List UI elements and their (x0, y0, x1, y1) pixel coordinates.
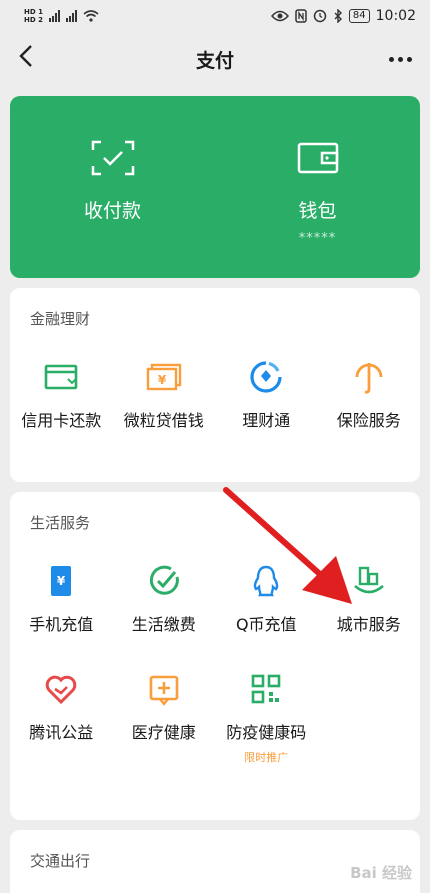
alarm-icon (313, 9, 327, 23)
status-right: 84 10:02 (270, 8, 416, 24)
life-grid: ¥ 手机充值 生活缴费 Q币充值 城市服务 腾讯公益 医疗健康 防疫健康码 限时… (10, 563, 420, 765)
wallet-icon (297, 142, 338, 174)
utility-bill-icon (146, 563, 182, 599)
clock: 10:02 (375, 8, 416, 24)
status-left: HD 1 HD 2 (24, 8, 99, 24)
wallet-label: 钱包 (298, 200, 337, 222)
life-services-card: 生活服务 ¥ 手机充值 生活缴费 Q币充值 城市服务 腾讯公益 医疗健康 防疫健… (10, 492, 420, 820)
charity-heart-icon (43, 671, 79, 707)
qq-penguin-icon (248, 563, 284, 599)
life-title: 生活服务 (30, 514, 91, 532)
wallet-button[interactable]: 钱包 ***** (215, 96, 420, 278)
eye-icon (270, 10, 289, 22)
receive-pay-label: 收付款 (83, 200, 141, 222)
city-service-item[interactable]: 城市服务 (318, 563, 421, 635)
insurance-item[interactable]: 保险服务 (318, 359, 421, 431)
promo-tag: 限时推广 (244, 751, 289, 764)
svg-text:¥: ¥ (158, 373, 167, 387)
signal-icon (48, 10, 60, 22)
credit-card-repay-item[interactable]: 信用卡还款 (10, 359, 113, 431)
health-code-item[interactable]: 防疫健康码 限时推广 (215, 671, 318, 765)
umbrella-icon (351, 359, 387, 395)
utility-bill-item[interactable]: 生活缴费 (113, 563, 216, 635)
chevron-left-icon (19, 45, 32, 67)
phone-topup-item[interactable]: ¥ 手机充值 (10, 563, 113, 635)
qr-code-icon (248, 671, 284, 707)
network-badge: HD 1 HD 2 (24, 8, 43, 24)
svg-text:¥: ¥ (57, 574, 66, 588)
scan-pay-icon (91, 140, 134, 176)
city-service-icon (351, 563, 387, 599)
finance-grid: 信用卡还款 ¥ 微粒贷借钱 理财通 保险服务 (10, 359, 420, 431)
battery-icon: 84 (348, 9, 370, 23)
finance-card: 金融理财 信用卡还款 ¥ 微粒贷借钱 理财通 保险服务 (10, 288, 420, 482)
nav-bar: 支付 (0, 32, 430, 86)
payment-hero-card: 收付款 钱包 ***** (10, 96, 420, 278)
tencent-charity-item[interactable]: 腾讯公益 (10, 671, 113, 765)
medical-health-item[interactable]: 医疗健康 (113, 671, 216, 765)
more-button[interactable] (389, 56, 412, 62)
wifi-icon (83, 10, 99, 22)
status-bar: HD 1 HD 2 84 10:02 (0, 0, 430, 32)
signal-icon-2 (65, 10, 77, 22)
wealth-icon (248, 359, 284, 395)
bluetooth-icon (334, 9, 342, 23)
page-title: 支付 (195, 49, 234, 72)
wallet-balance-masked: ***** (298, 231, 337, 246)
phone-topup-icon: ¥ (43, 563, 79, 599)
licaitong-item[interactable]: 理财通 (215, 359, 318, 431)
credit-card-icon (43, 359, 79, 395)
receive-pay-button[interactable]: 收付款 (10, 96, 215, 278)
back-button[interactable] (18, 44, 34, 74)
medical-icon (146, 671, 182, 707)
nfc-icon (295, 9, 307, 23)
loan-icon: ¥ (146, 359, 182, 395)
qcoin-topup-item[interactable]: Q币充值 (215, 563, 318, 635)
weilidai-loan-item[interactable]: ¥ 微粒贷借钱 (113, 359, 216, 431)
watermark: Bai 经验 (350, 864, 412, 882)
finance-title: 金融理财 (30, 310, 91, 328)
